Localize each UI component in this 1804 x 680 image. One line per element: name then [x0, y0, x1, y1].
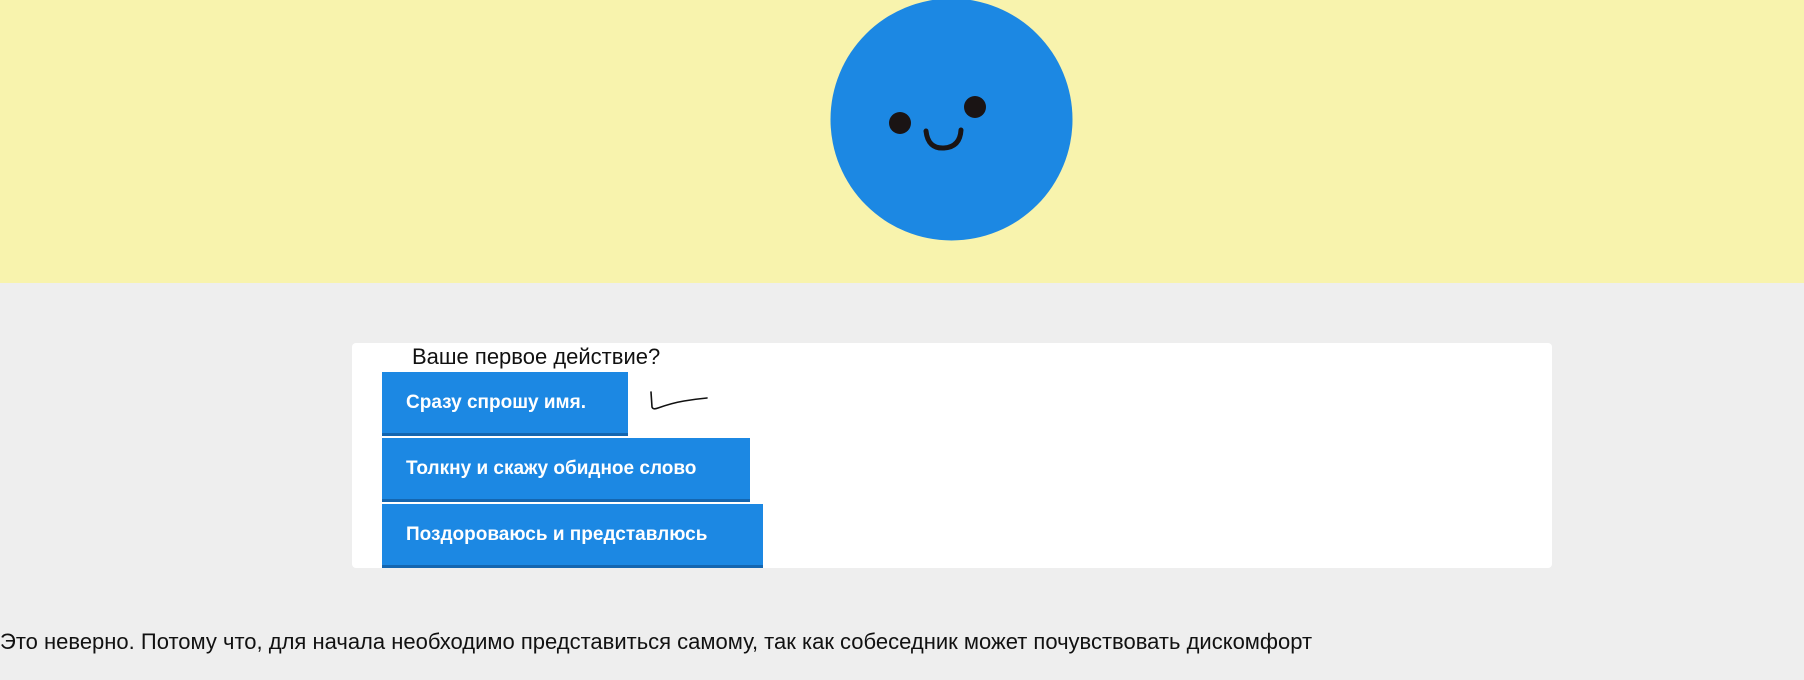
- answer-option-1-button[interactable]: Сразу спрошу имя.: [382, 372, 628, 436]
- feedback-text: Это неверно. Потому что, для начала необ…: [0, 629, 1313, 654]
- mascot-face: [830, 0, 1073, 241]
- hero-banner: [0, 0, 1804, 283]
- mascot-right-eye: [964, 96, 986, 118]
- mascot-left-eye: [889, 112, 911, 134]
- answer-option-3-button[interactable]: Поздороваюсь и представлюсь: [382, 504, 763, 568]
- scribble-mark: [650, 391, 708, 410]
- smiley-face-icon: [830, 0, 1073, 241]
- question-text: Ваше первое действие?: [412, 344, 661, 369]
- answer-option-2-button[interactable]: Толкну и скажу обидное слово: [382, 438, 750, 502]
- page: Ваше первое действие? Сразу спрошу имя. …: [0, 0, 1804, 680]
